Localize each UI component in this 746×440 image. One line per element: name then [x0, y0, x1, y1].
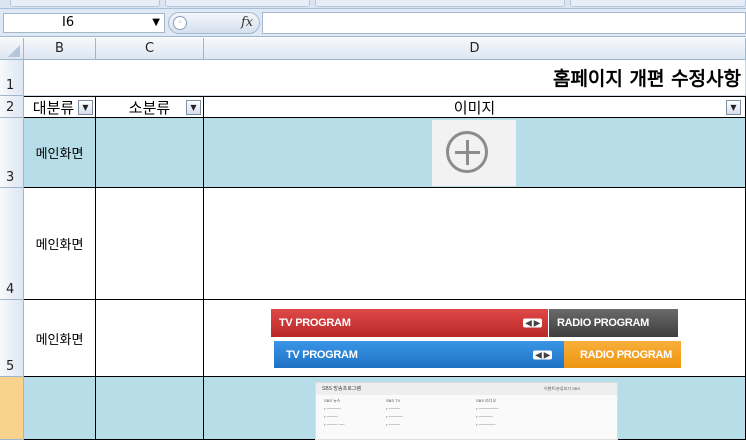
- row4-image[interactable]: [204, 188, 746, 300]
- filter-dropdown-icon[interactable]: ▼: [186, 100, 201, 115]
- sheet-title: 홈페이지 개편 수정사항: [552, 68, 741, 90]
- ribbon-group[interactable]: [10, 0, 160, 7]
- title-cell[interactable]: 홈페이지 개편 수정사항: [24, 60, 746, 96]
- formula-controls: ◦ fx: [168, 12, 260, 34]
- row-number: 5: [6, 359, 15, 374]
- row4-minor[interactable]: [96, 188, 204, 300]
- row-number: 1: [6, 78, 15, 93]
- arrows-icon: ◀ ▶: [533, 350, 552, 359]
- row-header-1[interactable]: 1: [0, 60, 24, 96]
- row4-major[interactable]: 메인화면: [24, 188, 96, 300]
- screenshot-title: SBS 방송프로그램: [322, 386, 361, 392]
- header-minor: 소분류: [128, 98, 171, 117]
- tv-program-tab-red[interactable]: TV PROGRAM ◀ ▶: [271, 309, 548, 337]
- column-header-c[interactable]: C: [96, 38, 204, 60]
- screenshot-col: SBS TV • ──── • ───── • ────: [386, 398, 403, 427]
- row-header-4[interactable]: 4: [0, 188, 24, 300]
- row3-minor[interactable]: [96, 118, 204, 188]
- expand-icon[interactable]: ◦: [173, 16, 187, 30]
- screenshot-side-label: 이벤트/분류보기 SBS: [544, 386, 580, 391]
- row-number: 2: [6, 100, 15, 115]
- screenshot-col: SBS 라디오 • ─────── • ───── • ──────: [476, 398, 499, 427]
- filter-dropdown-icon[interactable]: ▼: [78, 100, 93, 115]
- tv-program-tab-blue[interactable]: TV PROGRAM ◀ ▶: [274, 341, 564, 368]
- row-header-3[interactable]: 3: [0, 118, 24, 188]
- radio-program-tab-gray[interactable]: RADIO PROGRAM: [549, 309, 678, 337]
- row-header-5[interactable]: 5: [0, 300, 24, 377]
- insert-function-icon[interactable]: fx: [241, 15, 253, 30]
- column-header-row: B C D: [0, 38, 746, 60]
- row6-minor[interactable]: [96, 377, 204, 440]
- row-header-2[interactable]: 2: [0, 96, 24, 118]
- tv-program-label: TV PROGRAM: [279, 317, 351, 329]
- major-label: 메인화면: [35, 238, 84, 253]
- plus-circle-icon: [446, 131, 488, 173]
- formula-bar: I6 ▼ ◦ fx: [0, 9, 746, 37]
- radio-program-tab-orange[interactable]: RADIO PROGRAM: [564, 341, 681, 368]
- name-box-value: I6: [62, 15, 75, 30]
- header-major-cell[interactable]: 대분류 ▼: [24, 96, 96, 118]
- screenshot-side: 이벤트/분류보기 SBS: [544, 385, 580, 393]
- screenshot-col-label: SBS TV: [386, 398, 401, 403]
- screenshot-col-label: SBS 라디오: [476, 398, 497, 403]
- program-menu-screenshot[interactable]: SBS 방송프로그램 SBS 뉴스 • ───── • ──── • ──── ── …: [315, 382, 618, 440]
- name-box[interactable]: I6 ▼: [3, 13, 165, 33]
- row5-minor[interactable]: [96, 300, 204, 377]
- row-header-6-selected[interactable]: [0, 377, 24, 440]
- radio-program-label: RADIO PROGRAM: [557, 317, 650, 329]
- radio-program-label: RADIO PROGRAM: [580, 348, 673, 361]
- major-label: 메인화면: [35, 147, 84, 162]
- row-number: 4: [6, 282, 15, 297]
- major-label: 메인화면: [35, 332, 84, 348]
- column-header-d[interactable]: D: [204, 38, 746, 60]
- chevron-down-icon[interactable]: ▼: [152, 14, 160, 32]
- ribbon-strip: [0, 0, 746, 9]
- row6-major[interactable]: [24, 377, 96, 440]
- header-image-cell[interactable]: 이미지 ▼: [204, 96, 746, 118]
- add-image-thumbnail[interactable]: [432, 120, 516, 186]
- filter-dropdown-icon[interactable]: ▼: [726, 100, 741, 115]
- row-number: 3: [6, 170, 15, 185]
- ribbon-group[interactable]: [165, 0, 310, 7]
- header-minor-cell[interactable]: 소분류 ▼: [96, 96, 204, 118]
- formula-input[interactable]: [262, 12, 746, 34]
- select-all-button[interactable]: [0, 38, 24, 60]
- column-header-b[interactable]: B: [24, 38, 96, 60]
- header-major: 대분류: [32, 98, 75, 117]
- header-image: 이미지: [453, 98, 496, 117]
- row5-major[interactable]: 메인화면: [24, 300, 96, 377]
- tv-program-label: TV PROGRAM: [286, 348, 358, 361]
- arrows-icon: ◀ ▶: [523, 318, 542, 328]
- screenshot-col: SBS 뉴스 • ───── • ──── • ──── ──: [324, 398, 345, 427]
- ribbon-group[interactable]: [315, 0, 565, 7]
- row3-major[interactable]: 메인화면: [24, 118, 96, 188]
- screenshot-col-label: SBS 뉴스: [324, 398, 341, 403]
- ribbon-group[interactable]: [570, 0, 746, 7]
